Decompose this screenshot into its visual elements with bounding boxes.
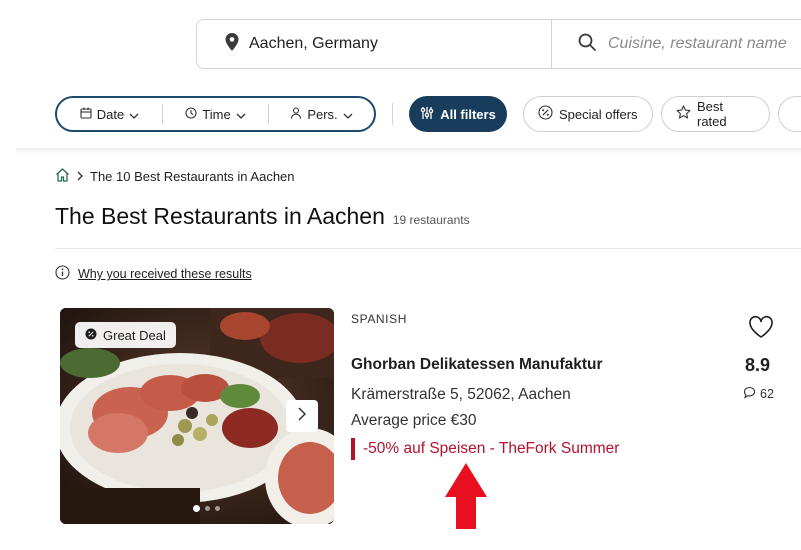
home-icon[interactable] (55, 168, 70, 185)
search-bar: Aachen, Germany Cuisine, restaurant name (196, 19, 801, 69)
restaurant-address: Krämerstraße 5, 52062, Aachen (351, 386, 571, 403)
time-dropdown[interactable]: Time (163, 107, 268, 122)
great-deal-badge: Great Deal (75, 322, 176, 348)
search-placeholder: Cuisine, restaurant name (608, 35, 787, 52)
chevron-right-icon (77, 169, 83, 184)
restaurant-photo[interactable]: Great Deal (60, 308, 334, 524)
search-input[interactable]: Cuisine, restaurant name (552, 20, 801, 68)
date-time-persons-selector: Date Time Pers. (55, 96, 376, 132)
chevron-right-icon (298, 406, 307, 426)
breadcrumb: The 10 Best Restaurants in Aachen (55, 168, 295, 185)
best-rated-label: Best rated (697, 99, 727, 129)
best-rated-filter[interactable]: Best rated (661, 96, 770, 132)
all-filters-label: All filters (440, 106, 496, 122)
rating-score: 8.9 (745, 355, 771, 375)
special-offers-label: Special offers (559, 106, 638, 122)
persons-label: Pers. (307, 106, 338, 122)
deal-icon (85, 328, 97, 343)
chevron-down-icon (129, 107, 139, 122)
pagination-dot[interactable] (215, 506, 220, 511)
chevron-down-icon (236, 107, 246, 122)
cuisine-label: SPANISH (351, 312, 407, 326)
time-label: Time (202, 106, 231, 122)
next-photo-button[interactable] (286, 400, 318, 432)
divider (392, 103, 393, 125)
percent-badge-icon (538, 105, 553, 123)
magnifier-icon (578, 33, 596, 56)
badge-label: Great Deal (103, 327, 166, 343)
photo-pagination-dots (193, 505, 220, 512)
star-icon (676, 105, 691, 123)
date-dropdown[interactable]: Date (57, 107, 162, 122)
date-label: Date (96, 106, 125, 122)
pagination-dot[interactable] (205, 506, 210, 511)
calendar-icon (80, 107, 92, 122)
average-price: Average price €30 (351, 412, 477, 429)
review-count: 62 (743, 386, 774, 402)
filter-bar: Date Time Pers. All filters Special offe… (55, 96, 801, 132)
info-icon (55, 265, 70, 283)
review-count-value: 62 (760, 387, 774, 401)
header-shadow (16, 148, 801, 154)
why-results-link[interactable]: Why you received these results (78, 267, 252, 281)
restaurant-name[interactable]: Ghorban Delikatessen Manufaktur (351, 356, 603, 374)
pagination-dot-active[interactable] (193, 505, 200, 512)
persons-dropdown[interactable]: Pers. (269, 107, 374, 122)
sliders-icon (420, 106, 434, 123)
page-title: The Best Restaurants in Aachen (55, 203, 385, 229)
clock-icon (185, 106, 197, 122)
chevron-down-icon (343, 107, 353, 122)
breadcrumb-current[interactable]: The 10 Best Restaurants in Aachen (90, 169, 295, 184)
map-pin-icon (225, 32, 239, 56)
promotion: -50% auf Speisen - TheFork Summer (351, 438, 619, 460)
person-icon (290, 106, 302, 122)
annotation-arrow-icon (444, 463, 488, 534)
speech-bubble-icon (743, 386, 756, 402)
location-field[interactable]: Aachen, Germany (197, 20, 552, 68)
results-count: 19 restaurants (392, 213, 470, 227)
more-filter-pill[interactable] (778, 96, 801, 132)
promo-text: -50% auf Speisen - TheFork Summer (363, 440, 620, 457)
heart-icon[interactable] (748, 315, 774, 344)
title-row: The Best Restaurants in Aachen 19 restau… (55, 203, 470, 230)
promo-accent-bar (351, 438, 355, 460)
all-filters-button[interactable]: All filters (409, 96, 507, 132)
why-results: Why you received these results (55, 265, 252, 283)
divider (55, 248, 801, 249)
location-value: Aachen, Germany (249, 35, 378, 52)
special-offers-filter[interactable]: Special offers (523, 96, 653, 132)
